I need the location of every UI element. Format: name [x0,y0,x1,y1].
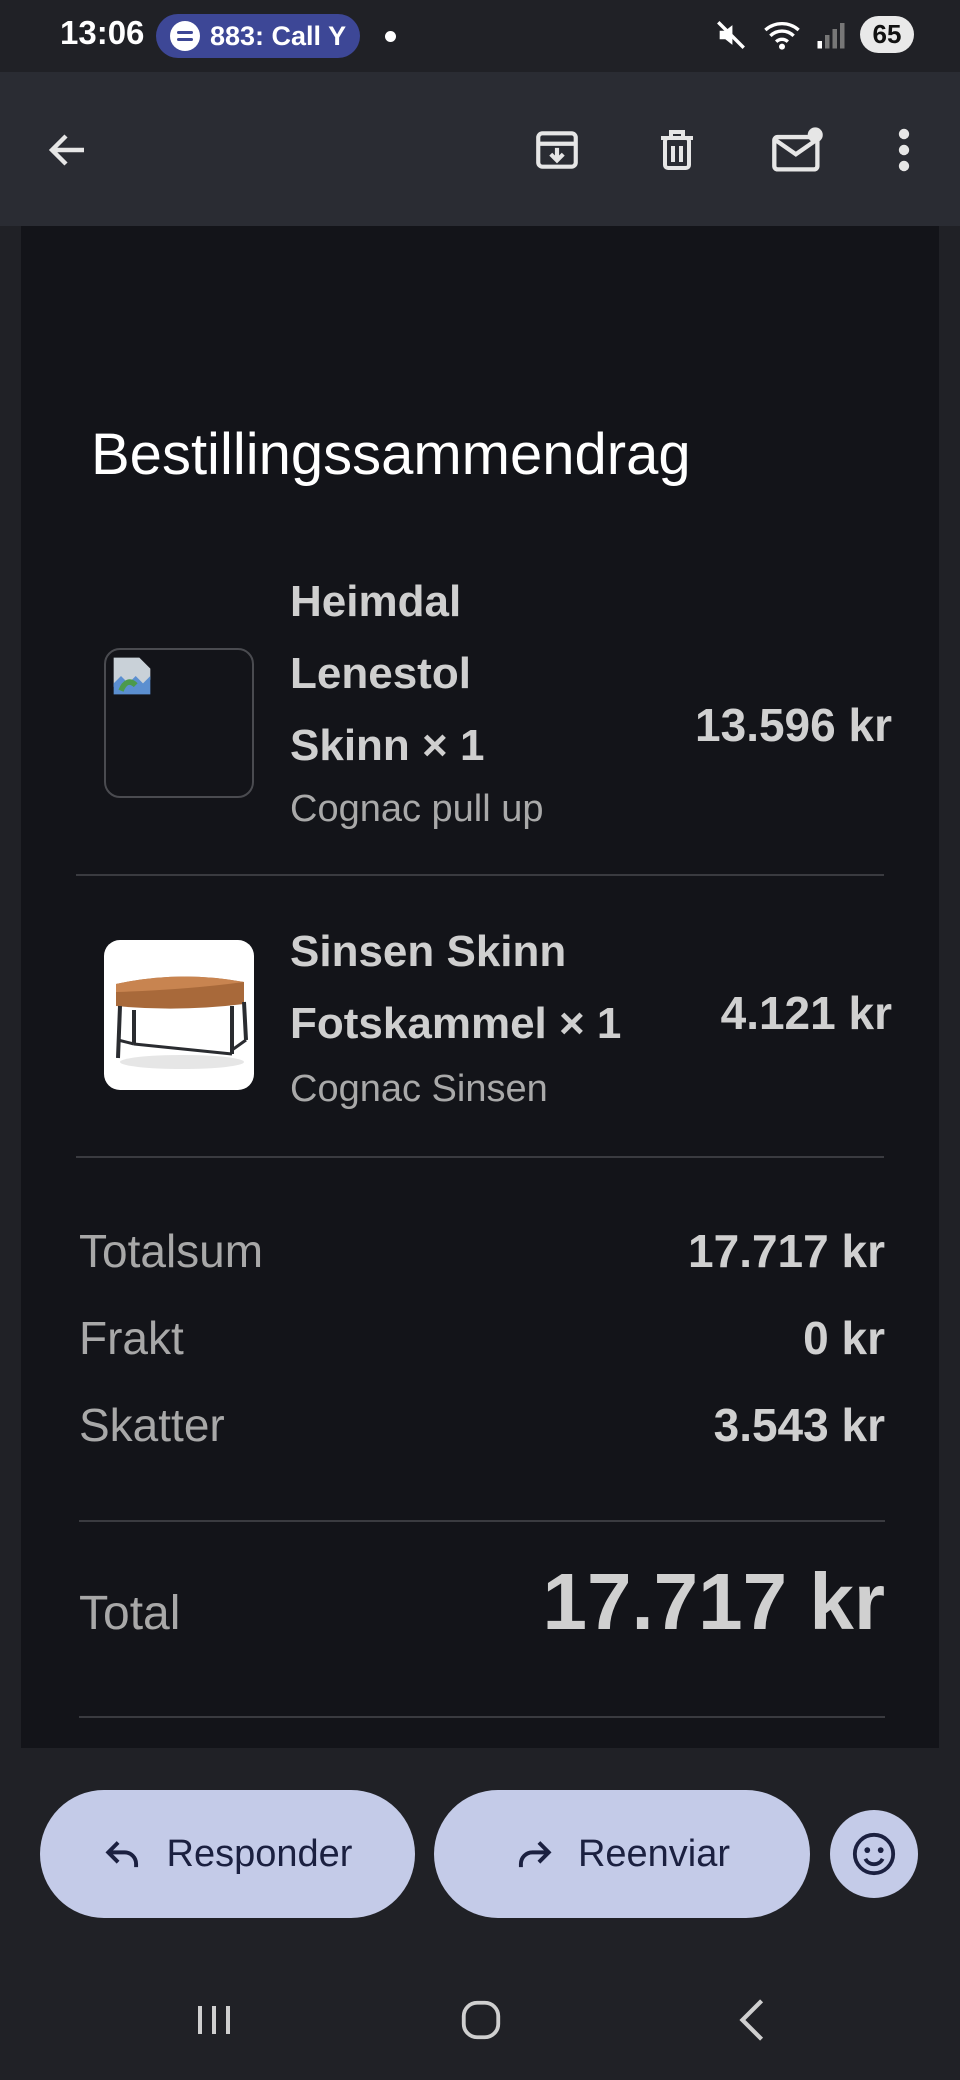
forward-label: Reenviar [577,1832,731,1875]
item-name-line: Heimdal [290,577,462,626]
recent-apps-icon[interactable] [190,1992,238,2048]
footstool-image [104,940,254,1090]
status-time: 13:06 [60,14,145,51]
summary-value: 17.717 kr [688,1225,885,1277]
system-nav-bar [0,1960,960,2080]
item-variant: Cognac pull up [290,788,544,830]
status-icons: 65 [714,16,914,53]
item-name-line: Fotskammel × 1 [290,999,622,1048]
summary-label: Frakt [79,1312,184,1364]
app-bar [0,72,960,226]
total-row: Total 17.717 kr [79,1556,885,1656]
notification-dot [385,31,396,42]
item-name-line: Skinn × 1 [290,721,485,770]
back-arrow-icon[interactable] [36,118,100,182]
summary-value: 3.543 kr [713,1399,885,1451]
order-item: Heimdal Lenestol Skinn × 1 Cognac pull u… [82,566,892,866]
more-vert-icon[interactable] [872,118,936,182]
back-icon[interactable] [730,1992,774,2048]
broken-image-icon [104,648,254,798]
emoji-reaction-button[interactable] [830,1810,918,1898]
battery-icon: 65 [860,16,914,53]
delete-icon[interactable] [645,118,709,182]
divider [79,1520,885,1522]
mute-icon [717,20,745,49]
home-icon[interactable] [456,1992,506,2048]
emoji-reaction-icon [852,1832,896,1876]
wifi-icon [764,21,800,50]
archive-icon[interactable] [525,118,589,182]
email-body: Bestillingssammendrag Heimdal Lenestol S… [21,226,939,1748]
status-bar: 13:06 883: Call Y 65 [0,0,960,72]
signal-icon [817,22,845,48]
now-playing-text: 883: Call Y [210,20,347,51]
reply-button[interactable]: Responder [40,1790,415,1918]
summary-label: Skatter [79,1399,225,1451]
spotify-icon [170,21,200,51]
summary-label: Totalsum [79,1225,264,1277]
item-price: 13.596 kr [695,699,892,751]
item-name-line: Sinsen Skinn [290,927,567,976]
divider [76,874,884,876]
reply-label: Responder [166,1832,353,1875]
total-value: 17.717 kr [542,1557,885,1646]
order-summary-title: Bestillingssammendrag [91,422,691,487]
divider [76,1156,884,1158]
forward-icon [514,1836,554,1872]
now-playing-pill[interactable]: 883: Call Y [156,14,360,58]
divider [79,1716,885,1718]
order-item: Sinsen Skinn Fotskammel × 1 Cognac Sinse… [82,916,892,1156]
total-label: Total [79,1587,181,1640]
item-price: 4.121 kr [720,987,892,1039]
reply-icon [103,1836,143,1872]
item-name-line: Lenestol [290,649,471,698]
mark-unread-icon[interactable] [766,118,830,182]
forward-button[interactable]: Reenviar [434,1790,810,1918]
item-variant: Cognac Sinsen [290,1068,548,1110]
summary-value: 0 kr [803,1312,885,1364]
